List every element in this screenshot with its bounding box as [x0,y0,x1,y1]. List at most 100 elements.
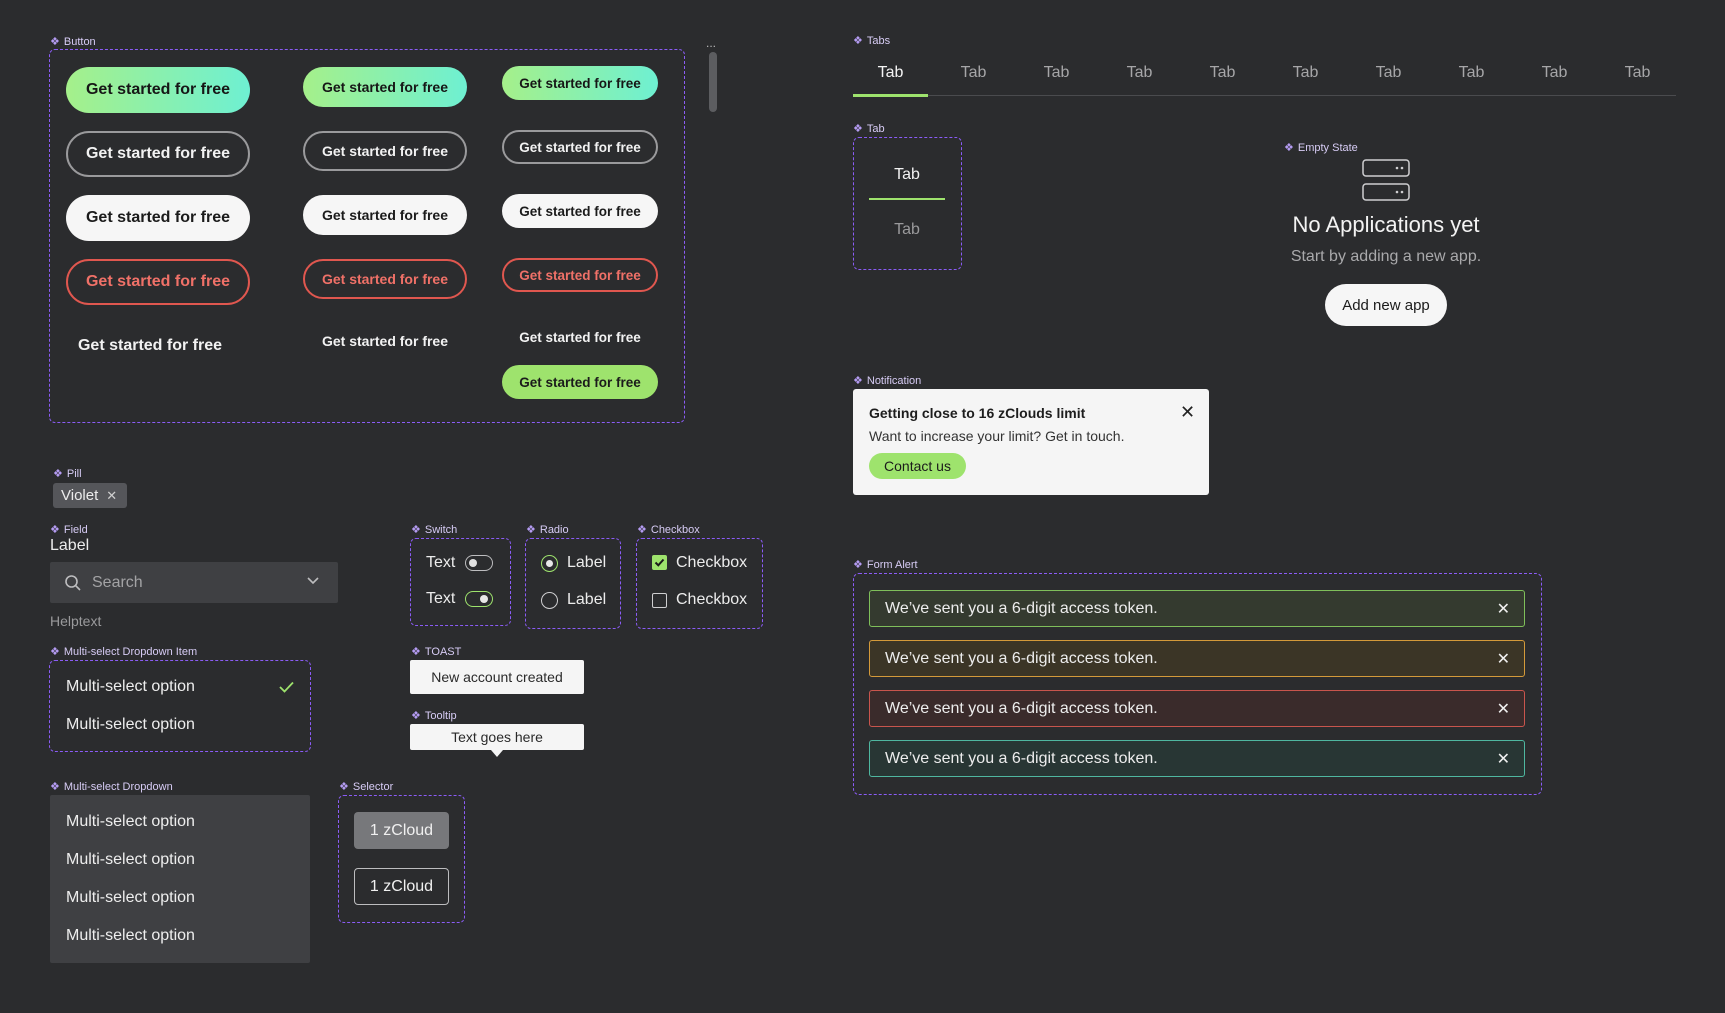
checkbox-label: Checkbox [676,591,748,608]
search-icon [64,574,82,592]
close-icon[interactable]: ✕ [1180,402,1195,423]
notification-body: Want to increase your limit? Get in touc… [869,428,1125,444]
multi-select-dropdown-label: ❖ Multi-select Dropdown [50,781,173,793]
selector-option[interactable]: 1 zCloud [354,868,449,905]
green-button-small[interactable]: Get started for free [502,365,658,399]
tab-8[interactable]: Tab [1430,57,1513,97]
multi-select-option[interactable]: Multi-select option [66,716,195,734]
form-alert-success: We’ve sent you a 6-digit access token. ✕ [869,590,1525,627]
add-new-app-button[interactable]: Add new app [1325,284,1447,326]
primary-gradient-button-small[interactable]: Get started for free [502,66,658,100]
radio-checked[interactable] [541,555,558,572]
contact-us-button[interactable]: Contact us [869,453,966,479]
switch-frame [410,538,511,626]
tab-1[interactable]: Tab [849,57,932,97]
form-alert-text: We’ve sent you a 6-digit access token. [885,749,1158,767]
field-label: Label [50,537,90,554]
tab-2[interactable]: Tab [932,57,1015,97]
outline-button-small[interactable]: Get started for free [502,130,658,164]
tab-component-active[interactable]: Tab [869,166,945,184]
danger-outline-button-large[interactable]: Get started for free [66,259,250,305]
ghost-button-medium[interactable]: Get started for free [303,321,467,361]
tooltip: Text goes here [410,724,584,750]
ghost-button-large[interactable]: Get started for free [66,323,234,369]
check-icon [278,680,295,694]
radio-frame [525,538,621,629]
notification-title: Getting close to 16 zClouds limit [869,405,1086,421]
close-icon[interactable]: ✕ [1497,699,1510,719]
toast-section-label: ❖ TOAST [411,646,462,658]
form-alert-text: We’ve sent you a 6-digit access token. [885,599,1158,617]
toggle-switch-on[interactable] [465,591,493,607]
checkbox-checked[interactable] [652,555,667,570]
pill-label: ❖ Pill [53,468,82,480]
empty-state-title: No Applications yet [1292,212,1480,237]
selector-section-label: ❖ Selector [339,781,394,793]
close-icon[interactable]: ✕ [1497,749,1510,769]
multi-select-option[interactable]: Multi-select option [66,851,195,869]
tab-6[interactable]: Tab [1264,57,1347,97]
tab-component-indicator [869,198,945,200]
field-helptext: Helptext [50,613,102,629]
scrollbar-thumb[interactable] [709,52,717,112]
danger-outline-button-small[interactable]: Get started for free [502,258,658,292]
white-button-medium[interactable]: Get started for free [303,195,467,235]
radio-unchecked[interactable] [541,592,558,609]
multi-select-option[interactable]: Multi-select option [66,927,195,945]
close-icon[interactable]: ✕ [1497,599,1510,619]
multi-select-option[interactable]: Multi-select option [66,678,195,696]
search-field[interactable] [50,562,338,603]
danger-outline-button-medium[interactable]: Get started for free [303,259,467,299]
primary-gradient-button-large[interactable]: Get started for free [66,67,250,113]
switch-label: Text [426,590,456,607]
white-button-small[interactable]: Get started for free [502,194,658,228]
more-indicator: ... [706,36,717,50]
outline-button-large[interactable]: Get started for free [66,131,250,177]
form-alert-text: We’ve sent you a 6-digit access token. [885,649,1158,667]
radio-section-label: ❖ Radio [526,524,569,536]
white-button-large[interactable]: Get started for free [66,195,250,241]
pill-text: Violet [61,487,99,504]
multi-select-option[interactable]: Multi-select option [66,889,195,907]
switch-section-label: ❖ Switch [411,524,458,536]
selector-option-selected[interactable]: 1 zCloud [354,812,449,849]
empty-state-label: ❖ Empty State [1284,142,1358,154]
notification-card: Getting close to 16 zClouds limit Want t… [853,389,1209,495]
multi-select-option[interactable]: Multi-select option [66,813,195,831]
toast: New account created [410,660,584,694]
tab-component-inactive[interactable]: Tab [869,221,945,239]
tab-5[interactable]: Tab [1181,57,1264,97]
button-section-label: ❖ Button [50,36,96,48]
tab-active-indicator [853,94,928,97]
radio-label: Label [567,591,607,608]
tooltip-arrow [491,750,503,757]
tab-7[interactable]: Tab [1347,57,1430,97]
tab-9[interactable]: Tab [1513,57,1596,97]
toggle-switch-off[interactable] [465,555,493,571]
tooltip-section-label: ❖ Tooltip [411,710,457,722]
radio-label: Label [567,554,607,571]
form-alert-warning: We’ve sent you a 6-digit access token. ✕ [869,640,1525,677]
close-icon[interactable]: ✕ [106,488,117,504]
tabs-section-label: ❖ Tabs [853,35,891,47]
checkbox-unchecked[interactable] [652,593,667,608]
switch-label: Text [426,554,456,571]
field-section-label: ❖ Field [50,524,88,536]
tab-10[interactable]: Tab [1596,57,1679,97]
ghost-button-small[interactable]: Get started for free [502,320,658,354]
search-input[interactable] [90,570,294,596]
server-stack-icon [1362,159,1410,201]
close-icon[interactable]: ✕ [1497,649,1510,669]
primary-gradient-button-medium[interactable]: Get started for free [303,67,467,107]
form-alert-text: We’ve sent you a 6-digit access token. [885,699,1158,717]
notification-label: ❖ Notification [853,375,922,387]
form-alert-danger: We’ve sent you a 6-digit access token. ✕ [869,690,1525,727]
checkbox-section-label: ❖ Checkbox [637,524,700,536]
outline-button-medium[interactable]: Get started for free [303,131,467,171]
multi-select-item-label: ❖ Multi-select Dropdown Item [50,646,198,658]
tab-4[interactable]: Tab [1098,57,1181,97]
tab-3[interactable]: Tab [1015,57,1098,97]
chevron-down-icon[interactable] [306,576,320,586]
checkbox-frame [636,538,763,629]
form-alert-info: We’ve sent you a 6-digit access token. ✕ [869,740,1525,777]
